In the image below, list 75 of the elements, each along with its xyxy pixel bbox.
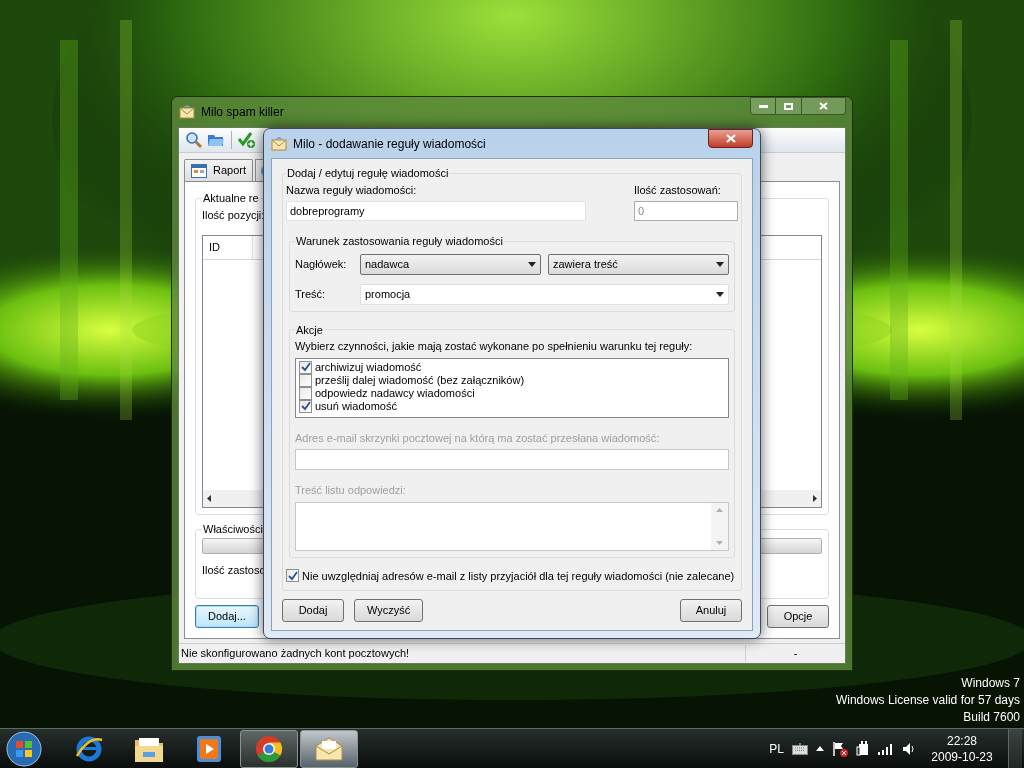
- group-title: Dodaj / edytuj regułę wiadomości: [286, 166, 450, 181]
- right-arrow-icon[interactable]: [813, 495, 817, 502]
- app-icon: [271, 135, 287, 152]
- group-title: Akcje: [295, 322, 324, 338]
- checkbox-label[interactable]: odpowiedz nadawcy wiadomości: [315, 386, 475, 400]
- flag-icon[interactable]: [832, 740, 848, 757]
- status-text: -: [745, 645, 845, 662]
- taskbar-button[interactable]: [240, 729, 298, 768]
- field-label: Adres e-mail skrzynki pocztowej na którą ma zostać przesłana wiadomość:: [295, 430, 661, 446]
- operator-dropdown[interactable]: zawiera treść: [548, 253, 729, 275]
- chrome-icon: [254, 733, 284, 764]
- clock-date: 2009-10-23: [931, 748, 993, 765]
- desktop-notice: Build 7600: [963, 709, 1020, 726]
- count-label: Ilość pozycji:: [202, 207, 265, 223]
- media-player-icon: [195, 733, 223, 764]
- input-field[interactable]: 0: [634, 201, 738, 221]
- clear-button[interactable]: Wyczyść: [354, 599, 424, 622]
- clock[interactable]: 22:28 2009-10-23: [924, 732, 1000, 765]
- taskbar-button[interactable]: [300, 729, 358, 768]
- status-text: Nie skonfigurowano żadnych kont pocztowych!: [180, 646, 411, 662]
- volume-icon[interactable]: [902, 741, 916, 756]
- group-title: Właściwości: [202, 522, 264, 537]
- start-button[interactable]: [4, 728, 44, 768]
- scrollbar-right-part[interactable]: [761, 490, 821, 507]
- tab[interactable]: Raport: [184, 159, 254, 181]
- desktop-notice: Windows License valid for 57 days: [835, 692, 1020, 709]
- close-icon: [725, 134, 736, 143]
- checkbox-label[interactable]: usuń wiadomość: [315, 399, 397, 413]
- action-button[interactable]: Dodaj...: [195, 605, 259, 628]
- instruction-text: Wybierz czynności, jakie mają zostać wykonane po spełnieniu warunku tej reguły:: [295, 339, 694, 354]
- group-title: Warunek zastosowania reguły wiadomości: [295, 234, 504, 249]
- column-header[interactable]: ID: [203, 236, 253, 259]
- checkbox[interactable]: [299, 360, 312, 374]
- minimize-button[interactable]: [750, 97, 776, 115]
- show-hidden-icons-icon[interactable]: [816, 746, 824, 751]
- field-label: Treść:: [295, 286, 327, 302]
- close-button[interactable]: [802, 97, 846, 115]
- add-button[interactable]: Dodaj: [282, 599, 344, 622]
- input-field[interactable]: dobreprogramy: [286, 201, 586, 221]
- action-button[interactable]: Opcje: [767, 605, 829, 628]
- scrollbar-left-part[interactable]: [203, 490, 263, 507]
- content-combobox[interactable]: promocja: [360, 283, 729, 305]
- envelope-icon: [314, 735, 344, 762]
- close-button[interactable]: [708, 129, 753, 148]
- keyboard-icon[interactable]: [792, 742, 808, 755]
- dropdown-arrow-icon: [528, 261, 536, 267]
- desktop-notice: Windows 7: [961, 675, 1020, 692]
- dropdown-arrow-icon: [716, 261, 724, 267]
- checkbox-label[interactable]: Nie uwzględniaj adresów e-mail z listy przyjaciół dla tej reguły wiadomości (nie zalecane): [302, 567, 735, 584]
- field-label: Ilość zastosowań:: [634, 182, 722, 198]
- field-label: Nagłówek:: [295, 256, 348, 272]
- header-dropdown[interactable]: nadawca: [360, 253, 541, 275]
- cancel-button[interactable]: Anuluj: [680, 599, 742, 622]
- checkbox-label[interactable]: prześlij dalej wiadomość (bez załączników): [315, 373, 525, 387]
- checkbox[interactable]: [286, 569, 299, 583]
- dropdown-arrow-icon: [716, 291, 724, 297]
- power-icon[interactable]: [856, 740, 870, 757]
- window-title: Milo spam killer: [201, 104, 284, 121]
- signal-icon[interactable]: [878, 742, 894, 755]
- left-arrow-icon[interactable]: [207, 495, 211, 502]
- clock-time: 22:28: [947, 732, 977, 749]
- input-field[interactable]: [295, 449, 729, 470]
- group-title: Aktualne re: [202, 191, 260, 206]
- calendar-icon: [191, 163, 207, 178]
- field-label: Nazwa reguły wiadomości:: [286, 182, 418, 198]
- checkbox-label[interactable]: archiwizuj wiadomość: [315, 360, 422, 374]
- language-indicator[interactable]: PL: [769, 739, 784, 758]
- dialog-title: Milo - dodawanie reguły wiadomości: [293, 135, 486, 153]
- search-icon[interactable]: [185, 131, 203, 149]
- close-icon: [819, 102, 828, 110]
- show-desktop-button[interactable]: [1008, 729, 1022, 768]
- field-label: Treść listu odpowiedzi:: [295, 483, 407, 498]
- maximize-button[interactable]: [776, 97, 802, 115]
- check-plus-icon[interactable]: [238, 131, 256, 149]
- app-icon: [179, 104, 195, 120]
